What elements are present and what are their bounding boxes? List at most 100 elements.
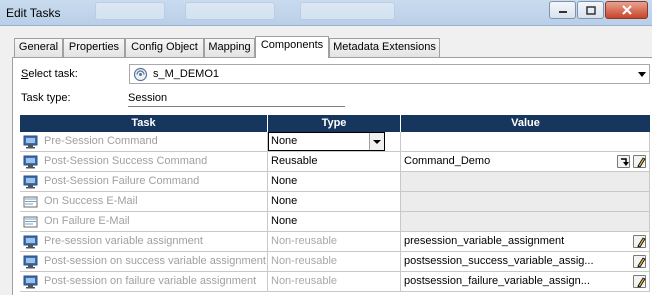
background-tab-ghost — [185, 2, 275, 20]
task-cell[interactable]: Post-session on failure variable assignm… — [20, 272, 268, 292]
session-task-icon — [133, 67, 148, 82]
column-header-task[interactable]: Task — [20, 115, 268, 132]
select-task-label: Select task: — [21, 68, 78, 80]
maximize-icon — [585, 5, 596, 15]
task-cell[interactable]: Pre-session variable assignment — [20, 232, 268, 252]
components-grid: Task Type Value Pre-Session Command None P… — [20, 115, 650, 295]
maximize-button[interactable] — [577, 1, 604, 19]
task-name: On Success E-Mail — [44, 195, 138, 207]
background-tab-ghost — [300, 2, 395, 20]
column-header-value[interactable]: Value — [401, 115, 650, 132]
select-task-label-rest: elect task: — [28, 68, 78, 80]
value-text: postsession_success_variable_assig... — [404, 255, 594, 267]
type-value: Non-reusable — [271, 235, 338, 247]
type-dropdown[interactable]: None — [268, 132, 385, 151]
close-icon — [621, 5, 632, 15]
type-cell[interactable]: None — [268, 192, 401, 212]
table-row[interactable]: Pre-Session Command None — [20, 132, 650, 152]
select-task-dropdown[interactable]: s_M_DEMO1 — [129, 64, 650, 84]
edit-icon — [637, 157, 646, 168]
goto-task-button[interactable] — [617, 155, 630, 168]
value-cell[interactable] — [401, 192, 650, 212]
task-type-label: Task type: — [21, 92, 71, 104]
type-cell[interactable]: None — [268, 132, 401, 152]
task-type-value: Session — [128, 89, 345, 107]
task-cell[interactable]: Pre-Session Command — [20, 132, 268, 152]
task-cell[interactable]: On Failure E-Mail — [20, 212, 268, 232]
command-icon — [23, 175, 38, 189]
close-button[interactable] — [605, 1, 648, 19]
edit-value-button[interactable] — [633, 155, 646, 168]
title-bar: Edit Tasks — [0, 0, 652, 26]
value-cell[interactable] — [401, 132, 650, 152]
value-cell[interactable] — [401, 212, 650, 232]
tab-metadata-extensions[interactable]: Metadata Extensions — [329, 38, 440, 57]
table-row[interactable]: Post-Session Failure Command None — [20, 172, 650, 192]
chevron-down-icon[interactable] — [369, 133, 384, 150]
minimize-button[interactable] — [549, 1, 576, 19]
tab-mapping[interactable]: Mapping — [204, 38, 255, 57]
type-cell[interactable]: Reusable — [268, 152, 401, 172]
type-cell[interactable]: Non-reusable — [268, 272, 401, 292]
table-row[interactable]: Post-session on success variable assignm… — [20, 252, 650, 272]
task-name: Pre-Session Command — [44, 135, 158, 147]
type-value: Non-reusable — [271, 275, 338, 287]
command-icon — [23, 135, 38, 149]
type-cell[interactable]: None — [268, 212, 401, 232]
edit-icon — [637, 257, 646, 268]
value-cell[interactable]: postsession_failure_variable_assign... — [401, 272, 650, 292]
value-cell[interactable] — [401, 172, 650, 192]
type-cell[interactable]: Non-reusable — [268, 232, 401, 252]
email-icon — [23, 196, 38, 208]
minimize-icon — [558, 11, 567, 13]
task-cell[interactable]: Post-Session Success Command — [20, 152, 268, 172]
value-cell[interactable]: postsession_success_variable_assig... — [401, 252, 650, 272]
column-header-type[interactable]: Type — [268, 115, 401, 132]
command-icon — [23, 235, 38, 249]
tab-components[interactable]: Components — [255, 36, 329, 58]
value-cell[interactable]: presession_variable_assignment — [401, 232, 650, 252]
tab-properties[interactable]: Properties — [63, 38, 125, 57]
table-row[interactable]: On Failure E-Mail None — [20, 212, 650, 232]
value-cell[interactable]: Command_Demo — [401, 152, 650, 172]
task-cell[interactable]: On Success E-Mail — [20, 192, 268, 212]
type-cell[interactable]: None — [268, 172, 401, 192]
tab-general[interactable]: General — [14, 38, 63, 57]
task-name: Pre-session variable assignment — [44, 235, 203, 247]
edit-icon — [637, 277, 646, 288]
value-text: Command_Demo — [404, 155, 491, 167]
type-dropdown-value: None — [271, 135, 298, 147]
goto-icon — [621, 158, 629, 166]
type-value: Reusable — [271, 155, 318, 167]
task-cell[interactable]: Post-session on success variable assignm… — [20, 252, 268, 272]
task-name: Post-session on failure variable assignm… — [44, 275, 257, 287]
edit-value-button[interactable] — [633, 275, 646, 288]
command-icon — [23, 155, 38, 169]
type-value: None — [271, 195, 298, 207]
type-value: Non-reusable — [271, 255, 338, 267]
table-row[interactable]: Post-Session Success Command Reusable Comm… — [20, 152, 650, 172]
tab-config-object[interactable]: Config Object — [125, 38, 204, 57]
edit-value-button[interactable] — [633, 235, 646, 248]
window-title: Edit Tasks — [6, 6, 61, 20]
edit-icon — [637, 237, 646, 248]
task-name: On Failure E-Mail — [44, 215, 130, 227]
edit-value-button[interactable] — [633, 255, 646, 268]
value-text: presession_variable_assignment — [404, 235, 565, 247]
task-name: Post-session on success variable assignm… — [44, 255, 266, 267]
table-row[interactable]: On Success E-Mail None — [20, 192, 650, 212]
type-cell[interactable]: Non-reusable — [268, 252, 401, 272]
command-icon — [23, 255, 38, 269]
table-row[interactable]: Pre-session variable assignment Non-reusa… — [20, 232, 650, 252]
background-tab-ghost — [95, 2, 165, 20]
select-task-value: s_M_DEMO1 — [153, 68, 220, 80]
task-name: Post-Session Failure Command — [44, 175, 200, 187]
command-icon — [23, 275, 38, 289]
value-text: postsession_failure_variable_assign... — [404, 275, 590, 287]
table-row[interactable]: Post-session on failure variable assignm… — [20, 272, 650, 292]
chevron-down-icon — [638, 72, 646, 77]
type-value: None — [271, 175, 298, 187]
type-value: None — [271, 215, 298, 227]
email-icon — [23, 216, 38, 228]
task-cell[interactable]: Post-Session Failure Command — [20, 172, 268, 192]
